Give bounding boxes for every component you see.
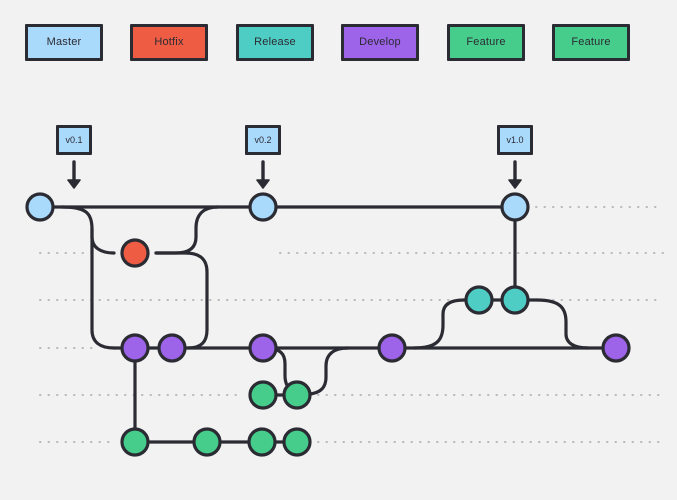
feature2-commit-1[interactable] — [120, 427, 150, 457]
feature2-commit-3[interactable] — [247, 427, 277, 457]
feature1-commit-2[interactable] — [282, 380, 312, 410]
commit-nodes — [25, 192, 631, 457]
develop-to-release-up — [412, 298, 466, 350]
master-commit-v0.2[interactable] — [248, 192, 278, 222]
tag-arrows — [67, 160, 522, 189]
gitflow-diagram: Master Hotfix Release Develop Feature Feature… — [0, 0, 677, 500]
master-to-hotfix-branch — [60, 205, 116, 255]
release-commit-1[interactable] — [464, 285, 494, 315]
branch-graph — [25, 160, 664, 457]
develop-commit-1[interactable] — [120, 333, 150, 363]
develop-commit-3[interactable] — [248, 333, 278, 363]
release-to-develop-merge — [535, 298, 590, 350]
release-commit-2[interactable] — [500, 285, 530, 315]
master-commit-v0.1[interactable] — [25, 192, 55, 222]
arrow-down-icon-v0.2 — [256, 160, 270, 189]
arrow-down-icon-v0.1 — [67, 160, 81, 189]
feature2-commit-2[interactable] — [192, 427, 222, 457]
feature1-commit-1[interactable] — [248, 380, 278, 410]
develop-commit-4[interactable] — [377, 333, 407, 363]
hotfix-to-develop-merge — [154, 251, 209, 350]
develop-commit-2[interactable] — [157, 333, 187, 363]
master-commit-v1.0[interactable] — [500, 192, 530, 222]
feature2-commit-4[interactable] — [282, 427, 312, 457]
arrow-down-icon-v1.0 — [508, 160, 522, 189]
hotfix-commit-1[interactable] — [120, 238, 150, 268]
develop-commit-5[interactable] — [601, 333, 631, 363]
hotfix-to-master-merge — [154, 205, 220, 255]
